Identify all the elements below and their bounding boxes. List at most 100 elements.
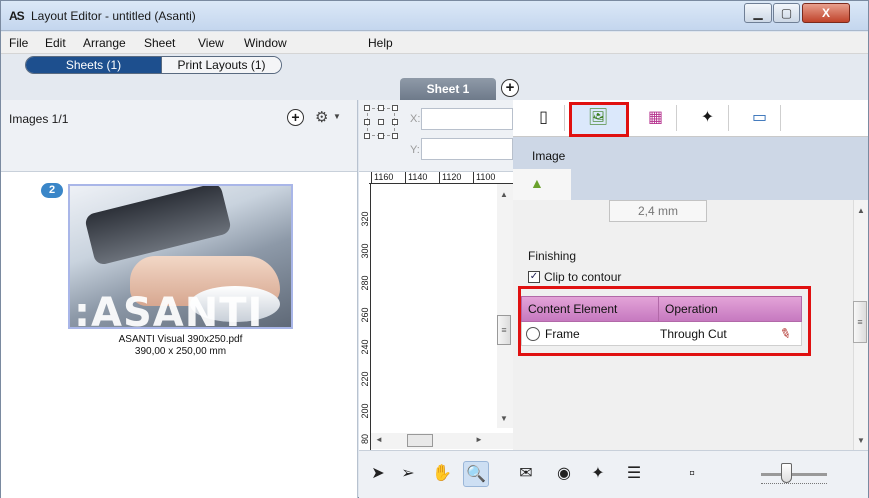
- view-switcher: Sheets (1) Print Layouts (1): [25, 56, 282, 74]
- canvas-hscroll-thumb[interactable]: [407, 434, 433, 447]
- inspector-panel: ▯ 🖼 ▦ ✦ ▭ Image ▲ 2,4 mm Finishing ✓ Cli…: [513, 100, 868, 450]
- image-small-icon: ▲: [530, 175, 544, 191]
- scroll-down-icon[interactable]: ▼: [500, 414, 508, 423]
- x-input[interactable]: [421, 108, 513, 130]
- pen-icon[interactable]: ✎: [778, 324, 793, 343]
- minimize-button[interactable]: ▁: [744, 3, 772, 23]
- title-bar: AS Layout Editor - untitled (Asanti) ▁ ▢…: [1, 1, 868, 31]
- copies-badge: 2: [41, 183, 63, 198]
- image-file-size: 390,00 x 250,00 mm: [134, 346, 227, 357]
- row-element: Frame: [545, 326, 580, 341]
- color-swatch-icon[interactable]: ▦: [635, 105, 677, 131]
- scroll-up-icon[interactable]: ▲: [857, 206, 865, 215]
- row-operation: Through Cut: [660, 326, 727, 341]
- menu-help[interactable]: Help: [368, 36, 393, 50]
- scroll-right-icon[interactable]: ►: [475, 435, 483, 444]
- plus-icon: +: [291, 109, 300, 125]
- sliders-icon[interactable]: ☰: [621, 461, 647, 487]
- canvas-scroll-thumb[interactable]: ≡: [497, 315, 511, 345]
- image-icon[interactable]: 🖼: [577, 105, 619, 131]
- close-icon: X: [821, 6, 830, 20]
- add-sheet-button[interactable]: +: [501, 79, 519, 97]
- row-radio[interactable]: [526, 326, 540, 341]
- gear-icon[interactable]: ⚙: [315, 108, 328, 126]
- column-header-operation[interactable]: Operation: [659, 297, 801, 321]
- minimize-icon: ▁: [753, 6, 763, 20]
- sheet-tab[interactable]: Sheet 1: [400, 78, 496, 100]
- select-arrow-icon[interactable]: ➤: [365, 461, 391, 487]
- zoom-icon[interactable]: 🔍: [463, 461, 489, 487]
- ruler-label: 1140: [405, 172, 427, 183]
- vertical-ruler: 320 300 280 260 240 220 200 80: [359, 184, 371, 450]
- layout-editor-window: AS Layout Editor - untitled (Asanti) ▁ ▢…: [0, 0, 869, 498]
- ruler-label: 260: [360, 307, 370, 323]
- tab-sheets[interactable]: Sheets (1): [26, 57, 161, 73]
- canvas-horizontal-scrollbar[interactable]: ◄ ►: [371, 433, 513, 449]
- ruler-label: 240: [360, 339, 370, 355]
- zoom-out-icon[interactable]: ▫: [679, 461, 705, 487]
- scroll-left-icon[interactable]: ◄: [375, 435, 383, 444]
- ruler-label: 200: [360, 403, 370, 419]
- menu-edit[interactable]: Edit: [45, 36, 66, 50]
- inspector-scroll-thumb[interactable]: ≡: [853, 301, 867, 343]
- hand-icon[interactable]: ✋: [429, 461, 455, 487]
- direct-select-icon[interactable]: ➢: [395, 461, 421, 487]
- maximize-icon: ▢: [780, 6, 793, 20]
- clip-label: Clip to contour: [544, 270, 622, 284]
- ruler-label: 320: [360, 211, 370, 227]
- ruler-label: 280: [360, 275, 370, 291]
- section-title: Image: [532, 149, 566, 163]
- canvas-vertical-scrollbar[interactable]: ▲ ▼: [497, 184, 513, 428]
- y-input[interactable]: [421, 138, 513, 160]
- plus-icon: +: [505, 79, 515, 96]
- ruler-label: 80: [360, 434, 370, 445]
- close-button[interactable]: X: [802, 3, 850, 23]
- images-count: Images 1/1: [9, 112, 69, 126]
- scroll-up-icon[interactable]: ▲: [500, 190, 508, 199]
- center-icon[interactable]: ✦: [585, 461, 611, 487]
- zoom-slider-knob[interactable]: [781, 463, 792, 483]
- size-field[interactable]: 2,4 mm: [609, 200, 707, 222]
- document-icon[interactable]: ▯: [523, 105, 565, 131]
- ruler-label: 220: [360, 371, 370, 387]
- eye-icon[interactable]: ◉: [551, 461, 577, 487]
- menu-arrange[interactable]: Arrange: [83, 36, 126, 50]
- image-section: Image ▲: [513, 137, 868, 200]
- ruler-label: 1160: [371, 172, 393, 183]
- table-row[interactable]: Frame Through Cut ✎: [521, 322, 802, 346]
- menu-file[interactable]: File: [9, 36, 28, 50]
- app-logo-icon: AS: [9, 9, 25, 23]
- ruler-label: 1120: [439, 172, 461, 183]
- tab-print-layouts[interactable]: Print Layouts (1): [161, 57, 281, 73]
- thumbnail-machine: [83, 186, 233, 267]
- menu-window[interactable]: Window: [244, 36, 287, 50]
- properties-area: 2,4 mm Finishing ✓ Clip to contour Conte…: [513, 200, 853, 450]
- menu-sheet[interactable]: Sheet: [144, 36, 175, 50]
- image-thumbnail[interactable]: :ASANTI: [68, 184, 293, 329]
- crosshair-icon[interactable]: ✦: [687, 105, 729, 131]
- zoom-slider-track[interactable]: [761, 473, 827, 476]
- ruler-label: 300: [360, 243, 370, 259]
- finishing-table-header: Content Element Operation: [521, 296, 802, 322]
- horizontal-ruler: 1160 1140 1120 1100: [369, 172, 513, 184]
- envelope-icon[interactable]: ✉: [513, 461, 539, 487]
- window-title: Layout Editor - untitled (Asanti): [31, 9, 196, 23]
- maximize-button[interactable]: ▢: [773, 3, 800, 23]
- clip-to-contour-row[interactable]: ✓ Clip to contour: [528, 270, 621, 284]
- reference-point-grid-icon[interactable]: [364, 105, 398, 139]
- images-panel-header: Images 1/1 + ⚙ ▼: [1, 100, 357, 172]
- images-panel: Images 1/1 + ⚙ ▼ 2 :ASANTI ASANTI Visual…: [1, 100, 358, 498]
- add-image-button[interactable]: +: [287, 109, 304, 126]
- canvas-area: X: Y: 1160 1140 1120 1100 320 300 280 26…: [359, 100, 513, 450]
- menu-view[interactable]: View: [198, 36, 224, 50]
- image-subtab[interactable]: ▲: [513, 169, 571, 200]
- thumbnail-logo: :ASANTI: [74, 290, 264, 329]
- inspector-toolbar: ▯ 🖼 ▦ ✦ ▭: [513, 100, 868, 137]
- chevron-down-icon[interactable]: ▼: [333, 112, 341, 121]
- clip-checkbox[interactable]: ✓: [528, 271, 540, 283]
- finishing-label: Finishing: [528, 249, 577, 263]
- scroll-down-icon[interactable]: ▼: [857, 436, 865, 445]
- y-label: Y:: [410, 144, 420, 156]
- column-header-content-element[interactable]: Content Element: [522, 297, 660, 321]
- frame-icon[interactable]: ▭: [739, 105, 781, 131]
